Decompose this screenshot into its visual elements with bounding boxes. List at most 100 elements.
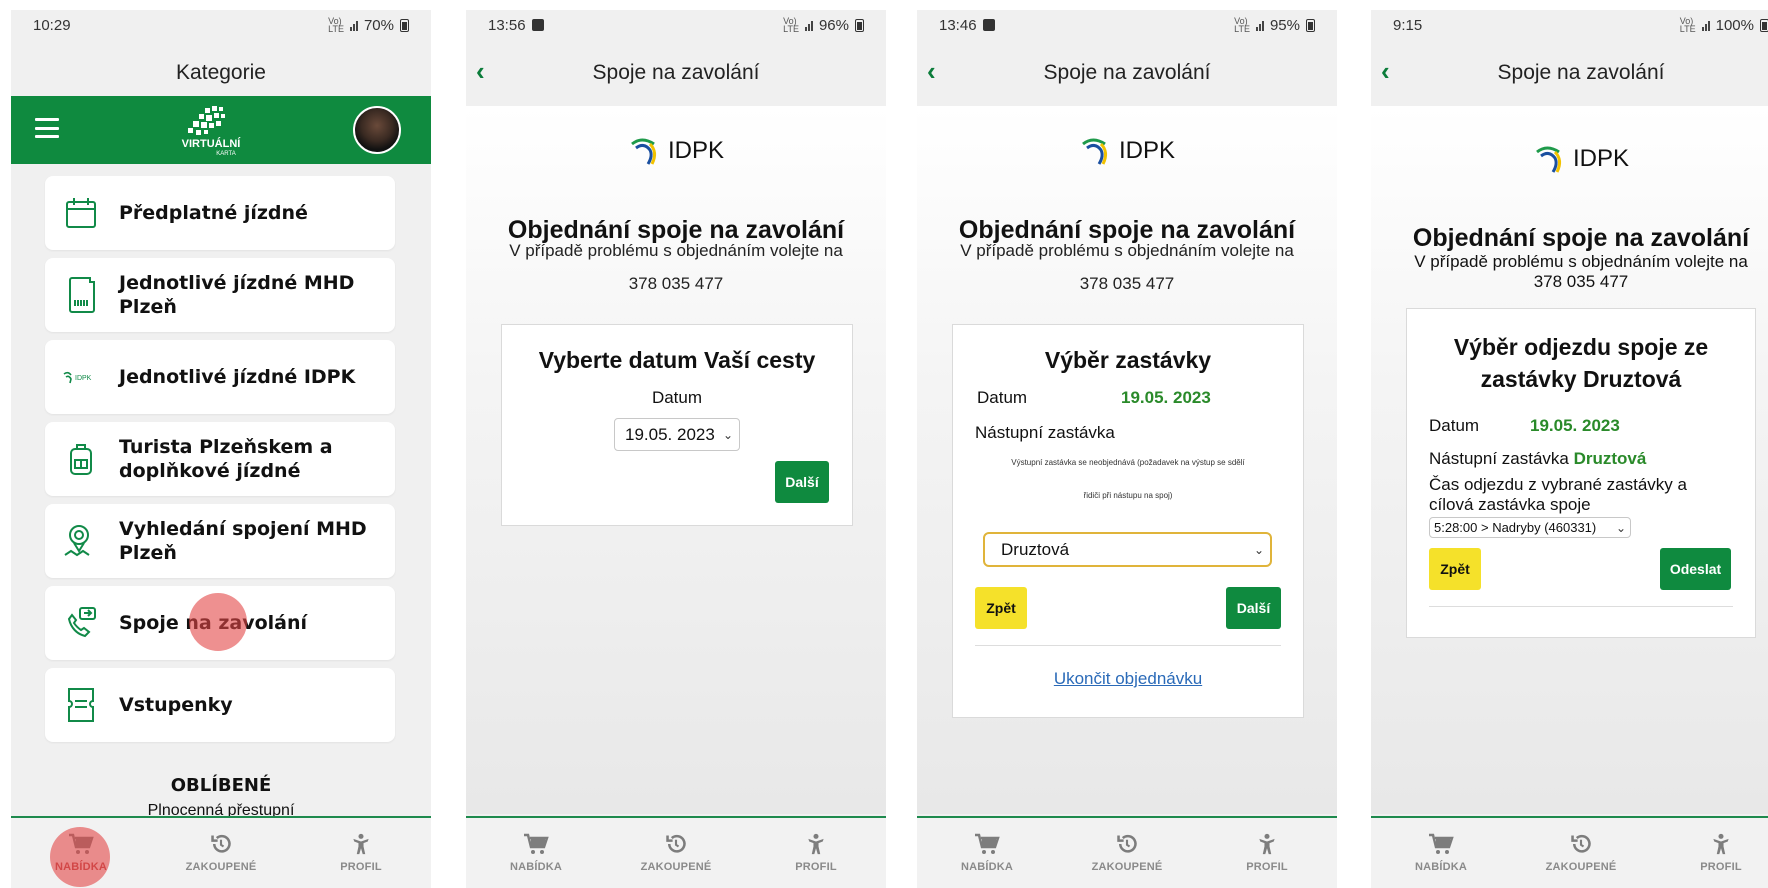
calendar-icon bbox=[61, 193, 101, 233]
notification-icon bbox=[531, 19, 544, 31]
stop-select[interactable]: Druztová ⌄ bbox=[983, 532, 1272, 567]
notification-icon bbox=[982, 19, 995, 31]
menu-item-tickets[interactable]: Vstupenky bbox=[45, 668, 395, 742]
signal-icon bbox=[1701, 20, 1710, 31]
phone-number[interactable]: 378 035 477 bbox=[476, 267, 876, 300]
menu-item-subscription[interactable]: Předplatné jízdné bbox=[45, 176, 395, 250]
nav-offer[interactable]: NABÍDKA bbox=[1386, 833, 1496, 873]
next-button[interactable]: Další bbox=[1226, 587, 1281, 629]
tap-indicator bbox=[50, 827, 110, 887]
date-label: Datum bbox=[977, 388, 1028, 407]
history-icon bbox=[1571, 834, 1591, 853]
battery-percent: 100% bbox=[1715, 16, 1754, 34]
battery-percent: 96% bbox=[818, 16, 849, 34]
app-header: VIRTUÁLNÍ KARTA bbox=[11, 96, 431, 164]
nav-offer[interactable]: NABÍDKA bbox=[932, 833, 1042, 873]
battery-icon bbox=[1306, 18, 1315, 32]
back-chevron-icon[interactable]: ‹ bbox=[476, 58, 500, 84]
chevron-down-icon: ⌄ bbox=[1253, 542, 1264, 557]
history-icon bbox=[211, 834, 231, 853]
battery-icon bbox=[1760, 18, 1768, 32]
status-time: 9:15 bbox=[1393, 16, 1423, 34]
category-menu: Předplatné jízdné Jednotlivé jízdné MHD … bbox=[45, 176, 395, 750]
departure-value: 5:28:00 > Nadryby (460331) bbox=[1434, 520, 1597, 535]
departure-select[interactable]: 5:28:00 > Nadryby (460331) ⌄ bbox=[1429, 517, 1631, 538]
subtitle: V případě problému s objednáním volejte … bbox=[1414, 252, 1748, 271]
avatar[interactable] bbox=[353, 106, 401, 154]
nav-label: NABÍDKA bbox=[960, 861, 1014, 873]
nav-label: NABÍDKA bbox=[1414, 861, 1468, 873]
date-label: Datum bbox=[651, 388, 703, 407]
back-button[interactable]: Zpět bbox=[975, 587, 1027, 629]
bottom-nav: NABÍDKA ZAKOUPENÉ PROFIL bbox=[11, 816, 431, 888]
brand-name: IDPK bbox=[1118, 137, 1175, 164]
signal-icon bbox=[349, 20, 358, 31]
status-bar: 13:46 Vo) LTE 95% bbox=[917, 10, 1337, 40]
nav-label: PROFIL bbox=[1700, 861, 1742, 873]
nav-profile[interactable]: PROFIL bbox=[306, 833, 416, 873]
sim-ticket-icon bbox=[61, 275, 101, 315]
nav-purchased[interactable]: ZAKOUPENÉ bbox=[1526, 833, 1636, 873]
stop-label: Nástupní zastávka bbox=[1429, 449, 1569, 468]
screen-categories: 10:29 Vo) LTE 70% Kategorie VIRTUÁLNÍ KAR… bbox=[11, 10, 431, 888]
signal-icon bbox=[1255, 20, 1264, 31]
bottom-nav: NABÍDKA ZAKOUPENÉ PROFIL bbox=[466, 816, 886, 888]
stop-label: Nástupní zastávka bbox=[975, 423, 1115, 442]
phone-number[interactable]: 378 035 477 bbox=[1371, 272, 1768, 292]
menu-item-single-mhd[interactable]: Jednotlivé jízdné MHD Plzeň bbox=[45, 258, 395, 332]
date-select[interactable]: 19.05. 2023 ⌄ bbox=[614, 418, 740, 451]
nav-profile[interactable]: PROFIL bbox=[1212, 833, 1322, 873]
back-chevron-icon[interactable]: ‹ bbox=[1381, 58, 1405, 84]
note-line-2: řidiči při nástupu na spoj) bbox=[1083, 491, 1173, 500]
person-icon bbox=[1259, 833, 1275, 855]
network-icon: Vo) LTE bbox=[1234, 16, 1250, 34]
chevron-down-icon: ⌄ bbox=[1615, 520, 1626, 535]
bottom-nav: NABÍDKA ZAKOUPENÉ PROFIL bbox=[917, 816, 1337, 888]
nav-purchased[interactable]: ZAKOUPENÉ bbox=[621, 833, 731, 873]
hamburger-menu-icon[interactable] bbox=[35, 118, 59, 138]
menu-item-single-idpk[interactable]: IDPK Jednotlivé jízdné IDPK bbox=[45, 340, 395, 414]
status-time: 10:29 bbox=[33, 16, 71, 34]
heading: Objednání spoje na zavolání bbox=[1412, 224, 1750, 252]
person-icon bbox=[1713, 833, 1729, 855]
nav-purchased[interactable]: ZAKOUPENÉ bbox=[1072, 833, 1182, 873]
menu-item-label: Vyhledání spojení MHD Plzeň bbox=[119, 518, 367, 564]
back-chevron-icon[interactable]: ‹ bbox=[927, 58, 951, 84]
nav-label: PROFIL bbox=[795, 861, 837, 873]
menu-item-label: Jednotlivé jízdné MHD Plzeň bbox=[119, 272, 355, 318]
nav-label: NABÍDKA bbox=[509, 861, 563, 873]
next-button[interactable]: Další bbox=[775, 461, 829, 503]
nav-purchased[interactable]: ZAKOUPENÉ bbox=[166, 833, 276, 873]
battery-percent: 70% bbox=[363, 16, 394, 34]
send-button[interactable]: Odeslat bbox=[1660, 548, 1731, 590]
menu-item-label: Turista Plzeňskem a doplňkové jízdné bbox=[119, 436, 333, 482]
date-label: Datum bbox=[1429, 416, 1480, 435]
nav-offer[interactable]: NABÍDKA bbox=[481, 833, 591, 873]
idpk-logo: IDPK bbox=[1371, 142, 1768, 176]
nav-offer[interactable]: NABÍDKA bbox=[26, 827, 136, 887]
nav-profile[interactable]: PROFIL bbox=[1666, 833, 1768, 873]
subtitle: V případě problému s objednáním volejte … bbox=[960, 241, 1294, 260]
page-title-text: Spoje na zavolání bbox=[1043, 61, 1211, 84]
menu-item-connection-search[interactable]: Vyhledání spojení MHD Plzeň bbox=[45, 504, 395, 578]
idpk-logo-icon: IDPK bbox=[61, 357, 101, 397]
status-bar: 13:56 Vo) LTE 96% bbox=[466, 10, 886, 40]
stop-row: Nástupní zastávka Druztová bbox=[1429, 449, 1646, 469]
nav-label: PROFIL bbox=[340, 861, 382, 873]
date-value: 19.05. 2023 bbox=[1530, 416, 1620, 435]
idpk-logo: IDPK bbox=[917, 134, 1337, 168]
divider bbox=[975, 645, 1281, 646]
main-content: IDPK Objednání spoje na zavolání V přípa… bbox=[1371, 106, 1768, 814]
page-title-text: Spoje na zavolání bbox=[592, 61, 760, 84]
history-icon bbox=[666, 834, 686, 853]
date-value: 19.05. 2023 bbox=[1121, 388, 1211, 407]
screen-date-select: 13:56 Vo) LTE 96% ‹ Spoje na zavolání IDP… bbox=[466, 10, 886, 888]
phone-number[interactable]: 378 035 477 bbox=[927, 267, 1327, 300]
back-button[interactable]: Zpět bbox=[1429, 548, 1481, 590]
date-card: Vyberte datum Vaší cesty Datum 19.05. 20… bbox=[501, 324, 853, 526]
cancel-order-link[interactable]: Ukončit objednávku bbox=[953, 669, 1303, 689]
status-time: 13:46 bbox=[939, 16, 977, 34]
network-icon: Vo) LTE bbox=[783, 16, 799, 34]
menu-item-tourist[interactable]: Turista Plzeňskem a doplňkové jízdné bbox=[45, 422, 395, 496]
nav-profile[interactable]: PROFIL bbox=[761, 833, 871, 873]
